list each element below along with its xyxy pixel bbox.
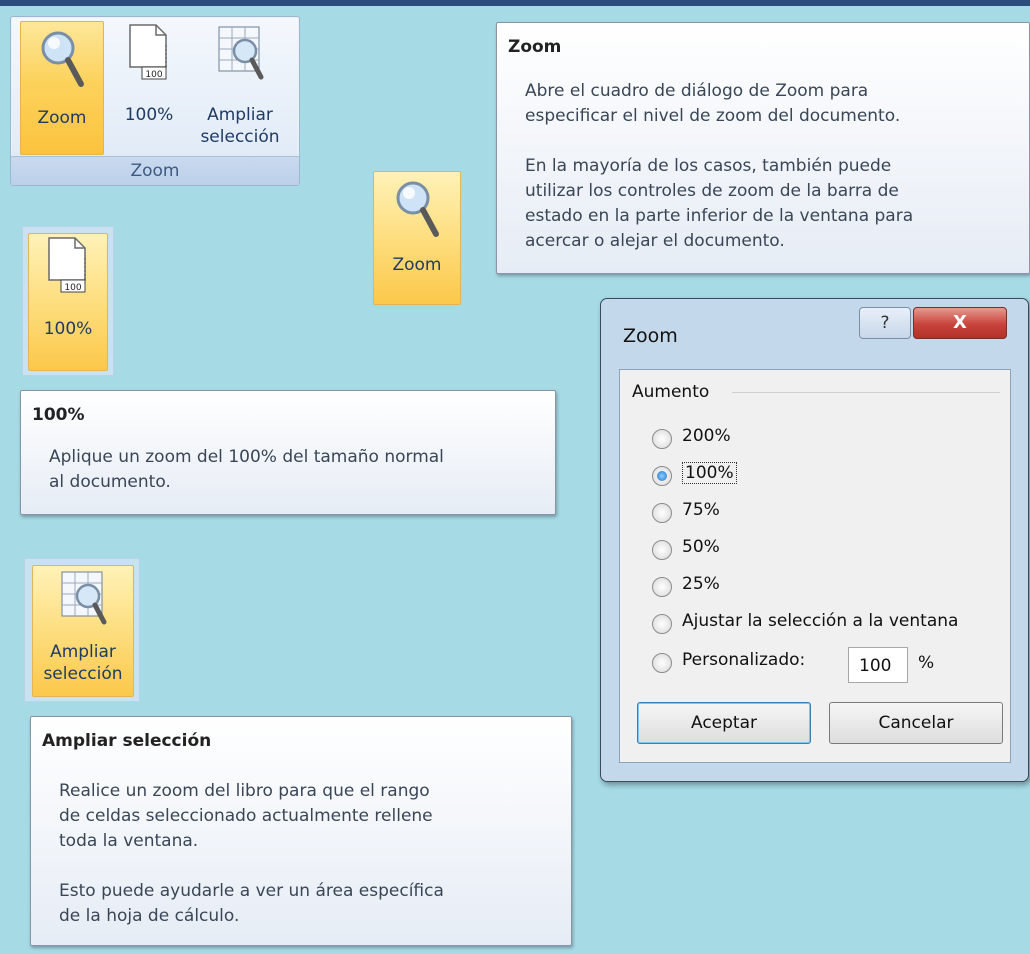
- grid-magnifier-icon: [61, 571, 107, 625]
- magnification-group-label: Aumento: [632, 382, 710, 402]
- magnifier-icon: [396, 181, 439, 237]
- page-icon-text: 100: [145, 70, 162, 80]
- radio-icon[interactable]: [652, 614, 672, 634]
- close-icon: X: [953, 312, 967, 333]
- close-button[interactable]: X: [913, 307, 1007, 339]
- zoom-dialog: Zoom ? X Aumento 200% 100% 75% 50% 25% A…: [600, 298, 1029, 782]
- cancel-button[interactable]: Cancelar: [829, 702, 1003, 744]
- help-button[interactable]: ?: [859, 307, 911, 339]
- zoom-selection-label-line2: selección: [43, 664, 123, 684]
- group-divider: [732, 392, 1000, 393]
- tooltip-hundred-body: Aplique un zoom del 100% del tamaño norm…: [49, 447, 444, 492]
- ribbon-zoom-selection-button[interactable]: Ampliar selección: [193, 21, 287, 153]
- zoom-selection-button-frame: Ampliar selección: [24, 558, 140, 702]
- radio-icon[interactable]: [652, 577, 672, 597]
- tooltip-hundred-title: 100%: [32, 405, 85, 425]
- tooltip-hundred: 100% Aplique un zoom del 100% del tamaño…: [20, 390, 556, 515]
- tooltip-zoom-selection: Ampliar selección Realice un zoom del li…: [30, 716, 572, 946]
- ok-button[interactable]: Aceptar: [637, 702, 811, 744]
- help-icon: ?: [880, 313, 890, 333]
- tooltip-zoom-body: Abre el cuadro de diálogo de Zoom para e…: [525, 81, 914, 251]
- radio-icon[interactable]: [652, 540, 672, 560]
- radio-icon[interactable]: [652, 503, 672, 523]
- option-label: Ajustar la selección a la ventana: [682, 611, 959, 631]
- option-label: 50%: [682, 537, 720, 557]
- grid-magnifier-icon: [218, 26, 264, 80]
- hundred-button-label: 100%: [43, 319, 93, 339]
- tooltip-zoom-title: Zoom: [508, 37, 562, 57]
- tooltip-zoom-selection-title: Ampliar selección: [42, 731, 212, 751]
- tooltip-zoom-selection-body: Realice un zoom del libro para que el ra…: [59, 781, 444, 926]
- dialog-title: Zoom: [623, 325, 678, 347]
- zoom-button[interactable]: Zoom: [373, 171, 461, 305]
- hundred-button[interactable]: 100 100%: [28, 233, 108, 371]
- custom-zoom-input[interactable]: 100: [848, 647, 908, 683]
- page-100-icon: 100: [48, 237, 86, 293]
- ribbon-zoom-label: Zoom: [37, 108, 87, 128]
- option-label: 200%: [682, 426, 731, 446]
- ribbon-zoom-selection-line1: Ampliar: [207, 105, 273, 125]
- option-label: 25%: [682, 574, 720, 594]
- radio-icon[interactable]: [652, 653, 672, 673]
- ribbon-zoom-button[interactable]: Zoom: [20, 21, 104, 155]
- zoom-selection-label-line1: Ampliar: [50, 642, 116, 662]
- ribbon-zoom-group: Zoom 100 100% Ampliar selección Zoom: [10, 16, 300, 186]
- ribbon-100-button[interactable]: 100 100%: [115, 21, 183, 153]
- custom-unit-label: %: [918, 653, 935, 673]
- ribbon-zoom-selection-line2: selección: [200, 127, 280, 147]
- ribbon-100-label: 100%: [124, 105, 174, 125]
- zoom-button-label: Zoom: [392, 255, 442, 275]
- window-top-edge: [0, 0, 1030, 6]
- option-label: 100%: [682, 462, 737, 484]
- hundred-button-frame: 100 100%: [22, 226, 114, 376]
- tooltip-zoom: Zoom Abre el cuadro de diálogo de Zoom p…: [496, 22, 1030, 274]
- page-100-icon: 100: [129, 24, 167, 80]
- radio-icon[interactable]: [652, 429, 672, 449]
- option-label: 75%: [682, 500, 720, 520]
- ribbon-group-label: Zoom: [11, 156, 299, 185]
- page-icon-text: 100: [64, 283, 81, 293]
- radio-icon[interactable]: [652, 466, 672, 486]
- magnifier-icon: [41, 31, 84, 87]
- zoom-selection-button[interactable]: Ampliar selección: [32, 565, 134, 697]
- option-label: Personalizado:: [682, 650, 806, 670]
